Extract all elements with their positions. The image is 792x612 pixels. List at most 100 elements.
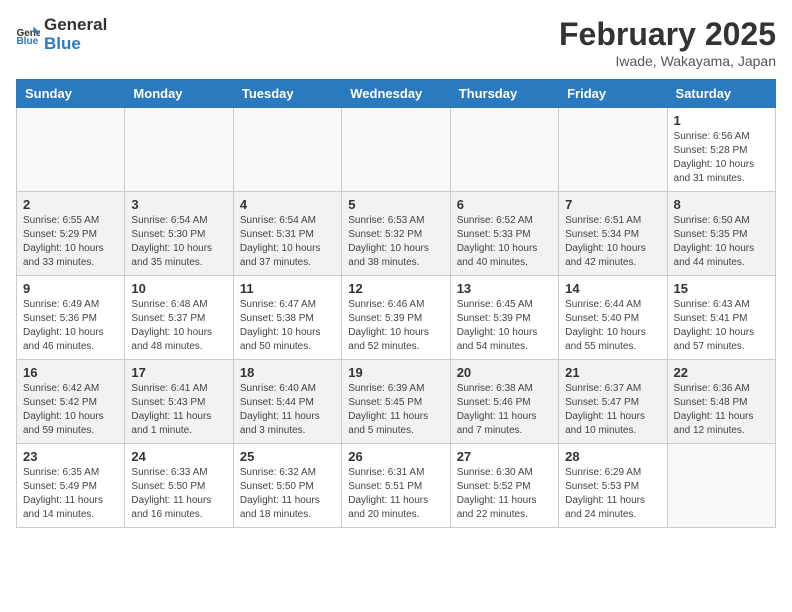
day-number: 18 <box>240 365 335 380</box>
calendar-cell: 11 Sunrise: 6:47 AM Sunset: 5:38 PM Dayli… <box>233 276 341 360</box>
day-number: 11 <box>240 281 335 296</box>
calendar-cell: 5 Sunrise: 6:53 AM Sunset: 5:32 PM Daylig… <box>342 192 450 276</box>
calendar-cell: 15Sunrise: 6:43 AM Sunset: 5:41 PM Dayli… <box>667 276 775 360</box>
day-number: 15 <box>674 281 769 296</box>
calendar-body: 1 Sunrise: 6:56 AM Sunset: 5:28 PM Daylig… <box>17 108 776 528</box>
calendar-cell: 25 Sunrise: 6:32 AM Sunset: 5:50 PM Dayli… <box>233 444 341 528</box>
day-number: 28 <box>565 449 660 464</box>
calendar-cell: 17 Sunrise: 6:41 AM Sunset: 5:43 PM Dayli… <box>125 360 233 444</box>
day-info: Sunrise: 6:54 AM Sunset: 5:31 PM Dayligh… <box>240 214 335 270</box>
calendar-cell: 7 Sunrise: 6:51 AM Sunset: 5:34 PM Daylig… <box>559 192 667 276</box>
calendar-cell: 20 Sunrise: 6:38 AM Sunset: 5:46 PM Dayli… <box>450 360 558 444</box>
day-info: Sunrise: 6:36 AM Sunset: 5:48 PM Dayligh… <box>674 382 769 438</box>
calendar-cell: 14Sunrise: 6:44 AM Sunset: 5:40 PM Dayli… <box>559 276 667 360</box>
day-number: 6 <box>457 197 552 212</box>
calendar-cell <box>17 108 125 192</box>
calendar-cell: 10Sunrise: 6:48 AM Sunset: 5:37 PM Dayli… <box>125 276 233 360</box>
day-info: Sunrise: 6:52 AM Sunset: 5:33 PM Dayligh… <box>457 214 552 270</box>
calendar-week-row: 16 Sunrise: 6:42 AM Sunset: 5:42 PM Dayli… <box>17 360 776 444</box>
calendar-header-row: SundayMondayTuesdayWednesdayThursdayFrid… <box>17 80 776 108</box>
day-info: Sunrise: 6:56 AM Sunset: 5:28 PM Dayligh… <box>674 130 769 186</box>
day-header-monday: Monday <box>125 80 233 108</box>
day-number: 27 <box>457 449 552 464</box>
calendar-cell: 4 Sunrise: 6:54 AM Sunset: 5:31 PM Daylig… <box>233 192 341 276</box>
day-header-thursday: Thursday <box>450 80 558 108</box>
day-number: 12 <box>348 281 443 296</box>
calendar-cell: 26Sunrise: 6:31 AM Sunset: 5:51 PM Dayli… <box>342 444 450 528</box>
header: General Blue General Blue February 2025 … <box>16 16 776 69</box>
title-area: February 2025 Iwade, Wakayama, Japan <box>559 16 776 69</box>
day-number: 1 <box>674 113 769 128</box>
day-number: 5 <box>348 197 443 212</box>
calendar-week-row: 1 Sunrise: 6:56 AM Sunset: 5:28 PM Daylig… <box>17 108 776 192</box>
calendar-cell: 23 Sunrise: 6:35 AM Sunset: 5:49 PM Dayli… <box>17 444 125 528</box>
day-info: Sunrise: 6:51 AM Sunset: 5:34 PM Dayligh… <box>565 214 660 270</box>
day-info: Sunrise: 6:41 AM Sunset: 5:43 PM Dayligh… <box>131 382 226 438</box>
svg-text:Blue: Blue <box>16 36 38 45</box>
calendar-cell: 27 Sunrise: 6:30 AM Sunset: 5:52 PM Dayli… <box>450 444 558 528</box>
day-number: 26 <box>348 449 443 464</box>
calendar-cell: 6 Sunrise: 6:52 AM Sunset: 5:33 PM Daylig… <box>450 192 558 276</box>
day-info: Sunrise: 6:53 AM Sunset: 5:32 PM Dayligh… <box>348 214 443 270</box>
day-info: Sunrise: 6:49 AM Sunset: 5:36 PM Dayligh… <box>23 298 118 354</box>
day-info: Sunrise: 6:50 AM Sunset: 5:35 PM Dayligh… <box>674 214 769 270</box>
month-title: February 2025 <box>559 16 776 53</box>
day-info: Sunrise: 6:54 AM Sunset: 5:30 PM Dayligh… <box>131 214 226 270</box>
day-number: 17 <box>131 365 226 380</box>
calendar-cell: 1 Sunrise: 6:56 AM Sunset: 5:28 PM Daylig… <box>667 108 775 192</box>
calendar-cell: 13Sunrise: 6:45 AM Sunset: 5:39 PM Dayli… <box>450 276 558 360</box>
day-header-friday: Friday <box>559 80 667 108</box>
calendar-week-row: 23 Sunrise: 6:35 AM Sunset: 5:49 PM Dayli… <box>17 444 776 528</box>
day-number: 14 <box>565 281 660 296</box>
day-info: Sunrise: 6:38 AM Sunset: 5:46 PM Dayligh… <box>457 382 552 438</box>
calendar-cell: 24Sunrise: 6:33 AM Sunset: 5:50 PM Dayli… <box>125 444 233 528</box>
day-info: Sunrise: 6:37 AM Sunset: 5:47 PM Dayligh… <box>565 382 660 438</box>
calendar-cell: 12 Sunrise: 6:46 AM Sunset: 5:39 PM Dayli… <box>342 276 450 360</box>
calendar-cell <box>667 444 775 528</box>
day-info: Sunrise: 6:35 AM Sunset: 5:49 PM Dayligh… <box>23 466 118 522</box>
calendar-cell: 3 Sunrise: 6:54 AM Sunset: 5:30 PM Daylig… <box>125 192 233 276</box>
calendar-cell: 16 Sunrise: 6:42 AM Sunset: 5:42 PM Dayli… <box>17 360 125 444</box>
day-number: 23 <box>23 449 118 464</box>
day-number: 16 <box>23 365 118 380</box>
calendar-cell: 22 Sunrise: 6:36 AM Sunset: 5:48 PM Dayli… <box>667 360 775 444</box>
day-number: 21 <box>565 365 660 380</box>
day-info: Sunrise: 6:46 AM Sunset: 5:39 PM Dayligh… <box>348 298 443 354</box>
calendar-cell: 28Sunrise: 6:29 AM Sunset: 5:53 PM Dayli… <box>559 444 667 528</box>
day-info: Sunrise: 6:32 AM Sunset: 5:50 PM Dayligh… <box>240 466 335 522</box>
calendar-cell: 9 Sunrise: 6:49 AM Sunset: 5:36 PM Daylig… <box>17 276 125 360</box>
day-number: 20 <box>457 365 552 380</box>
day-number: 24 <box>131 449 226 464</box>
day-number: 25 <box>240 449 335 464</box>
day-info: Sunrise: 6:55 AM Sunset: 5:29 PM Dayligh… <box>23 214 118 270</box>
day-info: Sunrise: 6:47 AM Sunset: 5:38 PM Dayligh… <box>240 298 335 354</box>
calendar-week-row: 2 Sunrise: 6:55 AM Sunset: 5:29 PM Daylig… <box>17 192 776 276</box>
day-number: 8 <box>674 197 769 212</box>
day-number: 7 <box>565 197 660 212</box>
day-header-sunday: Sunday <box>17 80 125 108</box>
logo-icon: General Blue <box>16 25 40 45</box>
calendar-cell <box>559 108 667 192</box>
logo-general: General <box>44 16 107 35</box>
day-info: Sunrise: 6:45 AM Sunset: 5:39 PM Dayligh… <box>457 298 552 354</box>
day-number: 2 <box>23 197 118 212</box>
day-number: 9 <box>23 281 118 296</box>
day-number: 4 <box>240 197 335 212</box>
calendar-week-row: 9 Sunrise: 6:49 AM Sunset: 5:36 PM Daylig… <box>17 276 776 360</box>
logo-blue: Blue <box>44 35 107 54</box>
day-number: 10 <box>131 281 226 296</box>
day-number: 19 <box>348 365 443 380</box>
day-info: Sunrise: 6:30 AM Sunset: 5:52 PM Dayligh… <box>457 466 552 522</box>
calendar-cell: 8 Sunrise: 6:50 AM Sunset: 5:35 PM Daylig… <box>667 192 775 276</box>
day-header-tuesday: Tuesday <box>233 80 341 108</box>
calendar-cell <box>450 108 558 192</box>
day-number: 22 <box>674 365 769 380</box>
calendar-cell: 19 Sunrise: 6:39 AM Sunset: 5:45 PM Dayli… <box>342 360 450 444</box>
day-info: Sunrise: 6:39 AM Sunset: 5:45 PM Dayligh… <box>348 382 443 438</box>
day-number: 3 <box>131 197 226 212</box>
day-info: Sunrise: 6:42 AM Sunset: 5:42 PM Dayligh… <box>23 382 118 438</box>
calendar-cell: 21 Sunrise: 6:37 AM Sunset: 5:47 PM Dayli… <box>559 360 667 444</box>
day-info: Sunrise: 6:40 AM Sunset: 5:44 PM Dayligh… <box>240 382 335 438</box>
calendar: SundayMondayTuesdayWednesdayThursdayFrid… <box>16 79 776 528</box>
day-header-wednesday: Wednesday <box>342 80 450 108</box>
